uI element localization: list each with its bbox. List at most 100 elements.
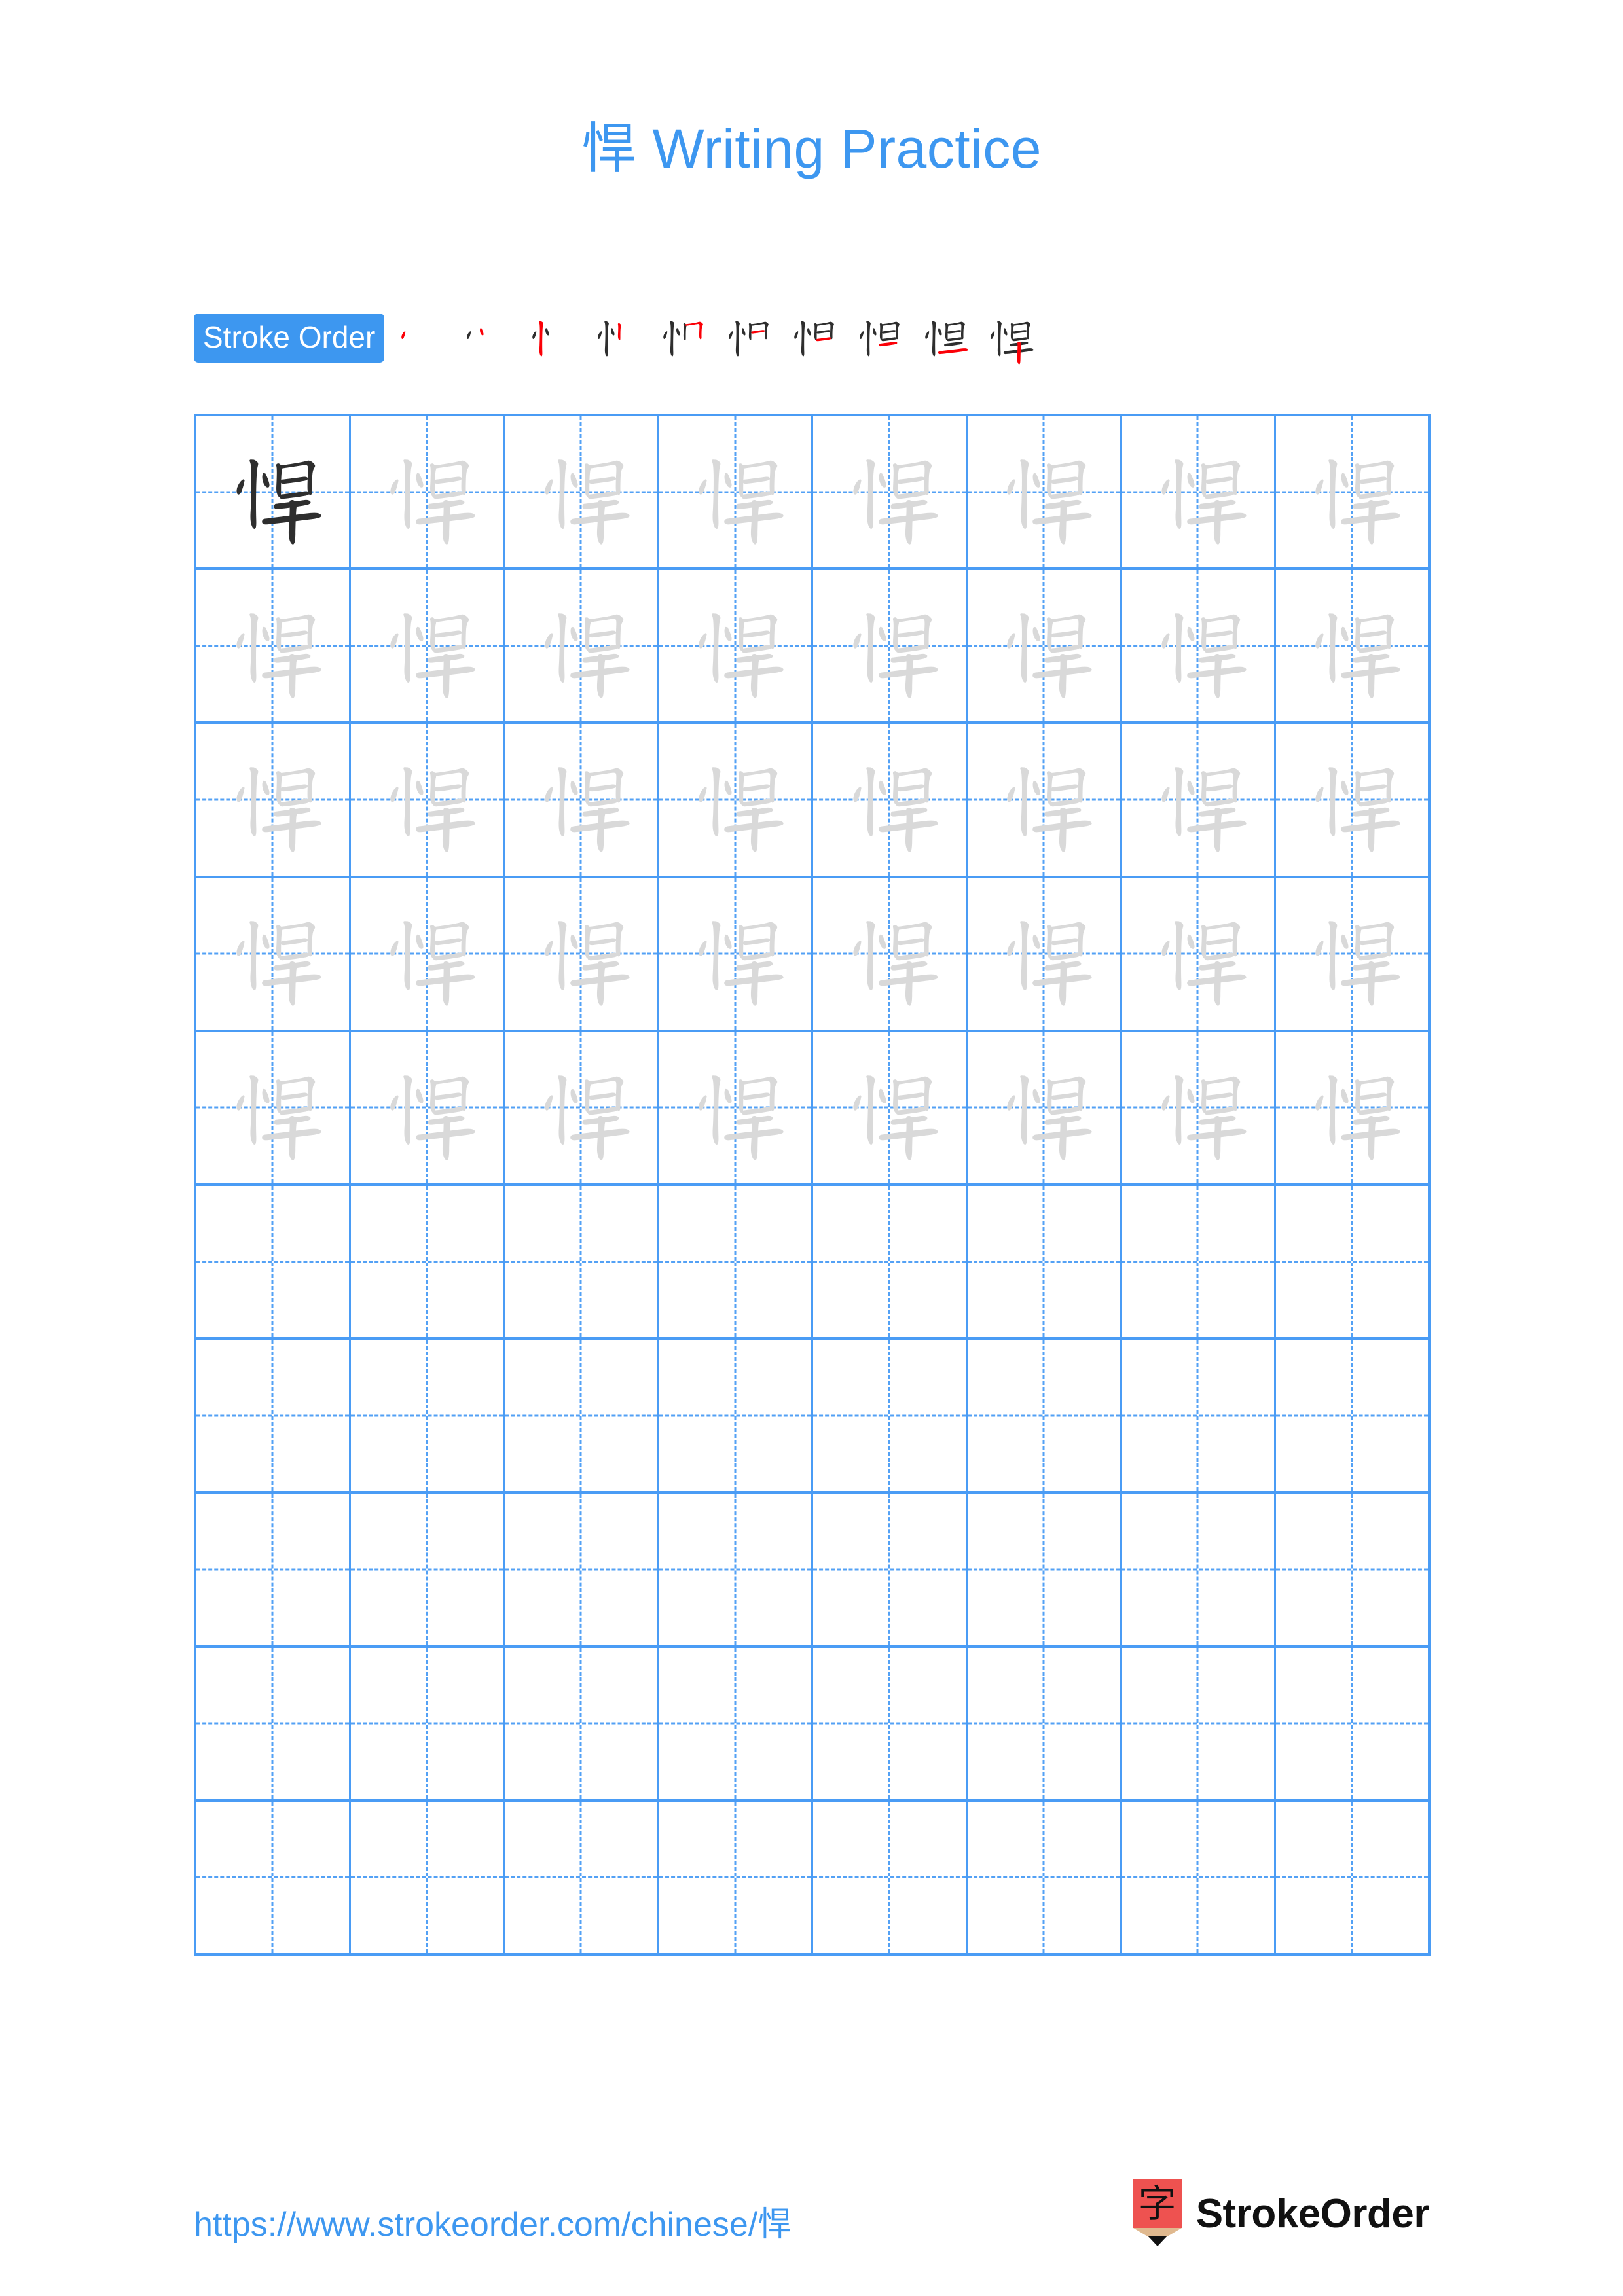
practice-cell-r2-c5[interactable]	[813, 570, 968, 722]
practice-cell-r2-c4[interactable]	[659, 570, 813, 722]
practice-cell-r6-c5[interactable]	[813, 1186, 968, 1338]
practice-cell-r9-c1[interactable]	[196, 1647, 351, 1799]
practice-cell-r4-c2[interactable]	[351, 878, 505, 1030]
practice-cell-r5-c5[interactable]	[813, 1031, 968, 1184]
practice-cell-r1-c3[interactable]	[505, 416, 659, 568]
practice-cell-r10-c5[interactable]	[813, 1801, 968, 1954]
practice-cell-r6-c7[interactable]	[1122, 1186, 1276, 1338]
practice-cell-r10-c7[interactable]	[1122, 1801, 1276, 1954]
practice-cell-r7-c1[interactable]	[196, 1340, 351, 1492]
trace-character	[351, 570, 503, 721]
practice-cell-r5-c4[interactable]	[659, 1031, 813, 1184]
practice-cell-r4-c8[interactable]	[1276, 878, 1429, 1030]
practice-cell-r1-c7[interactable]	[1122, 416, 1276, 568]
trace-character	[968, 570, 1120, 721]
practice-cell-r5-c3[interactable]	[505, 1031, 659, 1184]
grid-row	[196, 1801, 1429, 1954]
practice-cell-r5-c7[interactable]	[1122, 1031, 1276, 1184]
practice-cell-r9-c6[interactable]	[968, 1647, 1122, 1799]
practice-cell-r1-c1[interactable]	[196, 416, 351, 568]
practice-cell-r6-c1[interactable]	[196, 1186, 351, 1338]
practice-cell-r4-c7[interactable]	[1122, 878, 1276, 1030]
practice-cell-r7-c6[interactable]	[968, 1340, 1122, 1492]
practice-cell-r9-c5[interactable]	[813, 1647, 968, 1799]
practice-cell-r3-c2[interactable]	[351, 724, 505, 876]
practice-cell-r1-c4[interactable]	[659, 416, 813, 568]
practice-cell-r1-c5[interactable]	[813, 416, 968, 568]
practice-cell-r4-c3[interactable]	[505, 878, 659, 1030]
practice-cell-r10-c3[interactable]	[505, 1801, 659, 1954]
practice-cell-r2-c3[interactable]	[505, 570, 659, 722]
trace-character	[968, 1032, 1120, 1183]
practice-cell-r7-c7[interactable]	[1122, 1340, 1276, 1492]
practice-cell-r5-c6[interactable]	[968, 1031, 1122, 1184]
practice-cell-r3-c8[interactable]	[1276, 724, 1429, 875]
practice-cell-r7-c4[interactable]	[659, 1340, 813, 1492]
practice-cell-r5-c2[interactable]	[351, 1031, 505, 1184]
trace-character	[1122, 1032, 1274, 1183]
practice-cell-r9-c8[interactable]	[1276, 1648, 1429, 1799]
practice-cell-r3-c1[interactable]	[196, 724, 351, 876]
practice-cell-r5-c8[interactable]	[1276, 1032, 1429, 1183]
practice-cell-r8-c4[interactable]	[659, 1494, 813, 1645]
practice-cell-r9-c4[interactable]	[659, 1647, 813, 1799]
practice-cell-r4-c5[interactable]	[813, 878, 968, 1030]
practice-cell-r4-c1[interactable]	[196, 878, 351, 1030]
pencil-icon: 字	[1133, 2179, 1182, 2248]
practice-cell-r2-c8[interactable]	[1276, 570, 1429, 721]
practice-cell-r7-c3[interactable]	[505, 1340, 659, 1492]
practice-cell-r6-c4[interactable]	[659, 1186, 813, 1338]
practice-cell-r6-c6[interactable]	[968, 1186, 1122, 1338]
practice-cell-r7-c8[interactable]	[1276, 1340, 1429, 1491]
practice-cell-r1-c6[interactable]	[968, 416, 1122, 568]
practice-cell-r2-c1[interactable]	[196, 570, 351, 722]
practice-cell-r7-c2[interactable]	[351, 1340, 505, 1492]
brand-name: StrokeOrder	[1195, 2191, 1430, 2236]
practice-cell-r2-c7[interactable]	[1122, 570, 1276, 722]
practice-cell-r3-c5[interactable]	[813, 724, 968, 876]
footer-url-link[interactable]: https://www.strokeorder.com/chinese/悍	[194, 2197, 792, 2246]
practice-cell-r1-c8[interactable]	[1276, 416, 1429, 567]
practice-cell-r8-c8[interactable]	[1276, 1494, 1429, 1645]
practice-cell-r3-c4[interactable]	[659, 724, 813, 876]
trace-character	[351, 878, 503, 1030]
practice-cell-r4-c6[interactable]	[968, 878, 1122, 1030]
practice-cell-r2-c2[interactable]	[351, 570, 505, 722]
practice-cell-r8-c3[interactable]	[505, 1494, 659, 1645]
practice-cell-r6-c8[interactable]	[1276, 1186, 1429, 1337]
practice-cell-r10-c2[interactable]	[351, 1801, 505, 1954]
practice-cell-r8-c6[interactable]	[968, 1494, 1122, 1645]
practice-cell-r6-c2[interactable]	[351, 1186, 505, 1338]
practice-cell-r8-c7[interactable]	[1122, 1494, 1276, 1645]
brand-logo[interactable]: 字 StrokeOrder	[1133, 2179, 1430, 2248]
practice-cell-r10-c1[interactable]	[196, 1801, 351, 1954]
practice-cell-r7-c5[interactable]	[813, 1340, 968, 1492]
trace-character	[196, 570, 349, 721]
practice-cell-r3-c7[interactable]	[1122, 724, 1276, 876]
trace-character	[351, 1032, 503, 1183]
practice-cell-r1-c2[interactable]	[351, 416, 505, 568]
practice-cell-r10-c4[interactable]	[659, 1801, 813, 1954]
practice-cell-r9-c2[interactable]	[351, 1647, 505, 1799]
grid-row	[196, 878, 1428, 1032]
practice-cell-r3-c3[interactable]	[505, 724, 659, 876]
practice-cell-r9-c3[interactable]	[505, 1647, 659, 1799]
trace-character	[813, 724, 966, 875]
practice-cell-r9-c7[interactable]	[1122, 1647, 1276, 1799]
grid-row	[196, 1340, 1428, 1494]
practice-cell-r8-c2[interactable]	[351, 1494, 505, 1645]
practice-cell-r2-c6[interactable]	[968, 570, 1122, 722]
stroke-step-7	[780, 306, 845, 369]
practice-cell-r10-c8[interactable]	[1276, 1802, 1429, 1953]
practice-cell-r6-c3[interactable]	[505, 1186, 659, 1338]
stroke-step-9	[911, 306, 976, 369]
practice-cell-r5-c1[interactable]	[196, 1031, 351, 1184]
practice-cell-r10-c6[interactable]	[968, 1801, 1122, 1954]
practice-cell-r8-c1[interactable]	[196, 1494, 351, 1645]
pencil-tip-shape	[1147, 2236, 1167, 2246]
trace-character	[659, 416, 812, 567]
practice-cell-r3-c6[interactable]	[968, 724, 1122, 876]
practice-cell-r4-c4[interactable]	[659, 878, 813, 1030]
practice-cell-r8-c5[interactable]	[813, 1494, 968, 1645]
trace-character	[1276, 1032, 1429, 1183]
